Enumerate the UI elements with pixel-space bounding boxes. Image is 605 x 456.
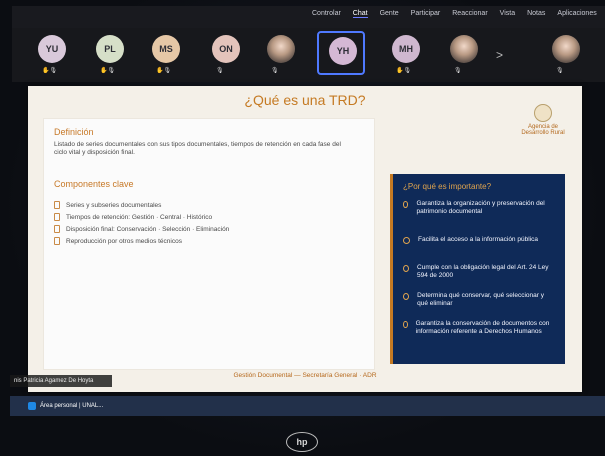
participant-tile[interactable]: 🎙 bbox=[440, 31, 488, 75]
chevron-right-icon[interactable]: > bbox=[496, 48, 503, 62]
avatar: YU bbox=[38, 35, 66, 63]
participant-name-label: nis Patricia Agamez De Hoyta bbox=[10, 375, 112, 387]
avatar: MS bbox=[152, 35, 180, 63]
menu-vista[interactable]: Vista bbox=[500, 10, 515, 18]
menu-aplicaciones[interactable]: Aplicaciones bbox=[557, 10, 596, 18]
mic-off-icon: ✋🎙 bbox=[42, 68, 58, 74]
importance-text: Facilita el acceso a la información públ… bbox=[418, 236, 538, 243]
menu-chat[interactable]: Chat bbox=[352, 10, 368, 18]
menu-participar[interactable]: Participar bbox=[411, 10, 441, 18]
check-circle-icon bbox=[403, 321, 408, 328]
mic-off-icon: 🎙 bbox=[216, 68, 224, 74]
list-item: Reproducción por otros medios técnicos bbox=[54, 237, 229, 245]
mic-off-icon: ✋🎙 bbox=[396, 68, 412, 74]
taskbar-item-label: Área personal | UNAL... bbox=[40, 403, 104, 409]
importance-text: Garantiza la organización y preservación… bbox=[416, 200, 545, 215]
participant-tile[interactable]: MS ✋🎙 bbox=[142, 31, 190, 75]
slide-title: ¿Qué es una TRD? bbox=[244, 92, 366, 108]
list-item: Disposición final: Conservación · Selecc… bbox=[54, 225, 229, 233]
check-circle-icon bbox=[403, 265, 410, 272]
list-item-text: Tiempos de retención: Gestión · Central … bbox=[66, 213, 213, 221]
importance-text: Garantiza la conservación de documentos … bbox=[415, 320, 550, 335]
menu-reaccionar[interactable]: Reaccionar bbox=[452, 10, 487, 18]
importance-card: ¿Por qué es importante? Garantiza la org… bbox=[390, 174, 565, 364]
participant-tile[interactable]: PL ✋🎙 bbox=[86, 31, 134, 75]
importance-item: Cumple con la obligación legal del Art. … bbox=[403, 264, 553, 280]
avatar bbox=[267, 35, 295, 63]
avatar: MH bbox=[392, 35, 420, 63]
document-icon bbox=[54, 237, 60, 245]
mic-off-icon: 🎙 bbox=[556, 68, 564, 74]
avatar bbox=[450, 35, 478, 63]
participant-tile[interactable]: ON 🎙 bbox=[202, 31, 250, 75]
mic-off-icon: 🎙 bbox=[271, 68, 279, 74]
participant-tile-selected[interactable]: YH bbox=[317, 31, 365, 75]
importance-item: Garantiza la conservación de documentos … bbox=[403, 320, 553, 336]
check-circle-icon bbox=[403, 237, 410, 244]
browser-icon bbox=[28, 402, 36, 410]
taskbar-item[interactable]: Área personal | UNAL... bbox=[28, 402, 103, 410]
importance-item: Determina qué conservar, qué seleccionar… bbox=[403, 292, 553, 308]
importance-item: Garantiza la organización y preservación… bbox=[403, 200, 553, 216]
shared-slide: ¿Qué es una TRD? Agencia de Desarrollo R… bbox=[28, 86, 582, 392]
list-item: Series y subseries documentales bbox=[54, 201, 229, 209]
check-circle-icon bbox=[403, 293, 410, 300]
document-icon bbox=[54, 201, 60, 209]
importance-item: Facilita el acceso a la información públ… bbox=[403, 236, 553, 244]
avatar: PL bbox=[96, 35, 124, 63]
list-item-text: Disposición final: Conservación · Selecc… bbox=[66, 225, 230, 233]
mic-off-icon: ✋🎙 bbox=[100, 68, 116, 74]
avatar: ON bbox=[212, 35, 240, 63]
list-item-text: Reproducción por otros medios técnicos bbox=[66, 237, 182, 245]
teams-top-bar: Controlar Chat Gente Participar Reaccion… bbox=[12, 6, 605, 28]
components-heading: Componentes clave bbox=[54, 179, 134, 189]
menu-gente[interactable]: Gente bbox=[380, 10, 399, 18]
participant-tile[interactable]: YU ✋🎙 bbox=[28, 31, 76, 75]
check-circle-icon bbox=[403, 201, 409, 208]
list-item-text: Series y subseries documentales bbox=[66, 201, 162, 209]
menu-controlar[interactable]: Controlar bbox=[312, 10, 341, 18]
definition-text: Listado de series documentales con sus t… bbox=[54, 141, 341, 156]
participant-tile[interactable]: 🎙 bbox=[257, 31, 305, 75]
importance-heading: ¿Por qué es importante? bbox=[403, 182, 492, 191]
menu-notas[interactable]: Notas bbox=[527, 10, 545, 18]
avatar bbox=[552, 35, 580, 63]
document-icon bbox=[54, 213, 60, 221]
list-item: Tiempos de retención: Gestión · Central … bbox=[54, 213, 229, 221]
importance-text: Determina qué conservar, qué seleccionar… bbox=[417, 292, 544, 307]
document-icon bbox=[54, 225, 60, 233]
definition-heading: Definición bbox=[54, 127, 94, 137]
hp-logo: hp bbox=[286, 432, 318, 452]
brand-logo: Agencia de Desarrollo Rural bbox=[516, 104, 570, 136]
seal-icon bbox=[534, 104, 552, 122]
components-list: Series y subseries documentales Tiempos … bbox=[54, 201, 229, 249]
participant-tile[interactable]: MH ✋🎙 bbox=[382, 31, 430, 75]
top-menu: Controlar Chat Gente Participar Reaccion… bbox=[312, 10, 597, 18]
taskbar: Área personal | UNAL... bbox=[10, 396, 605, 416]
mic-off-icon: ✋🎙 bbox=[156, 68, 172, 74]
left-content-card: Definición Listado de series documentale… bbox=[43, 118, 375, 370]
mic-off-icon: 🎙 bbox=[454, 68, 462, 74]
brand-line2: Desarrollo Rural bbox=[521, 130, 565, 136]
avatar: YH bbox=[329, 37, 357, 65]
importance-text: Cumple con la obligación legal del Art. … bbox=[417, 264, 549, 279]
participant-tile[interactable]: 🎙 bbox=[542, 31, 590, 75]
participant-strip: YU ✋🎙 PL ✋🎙 MS ✋🎙 ON 🎙 🎙 YH MH ✋🎙 🎙 > 🎙 bbox=[12, 28, 605, 82]
